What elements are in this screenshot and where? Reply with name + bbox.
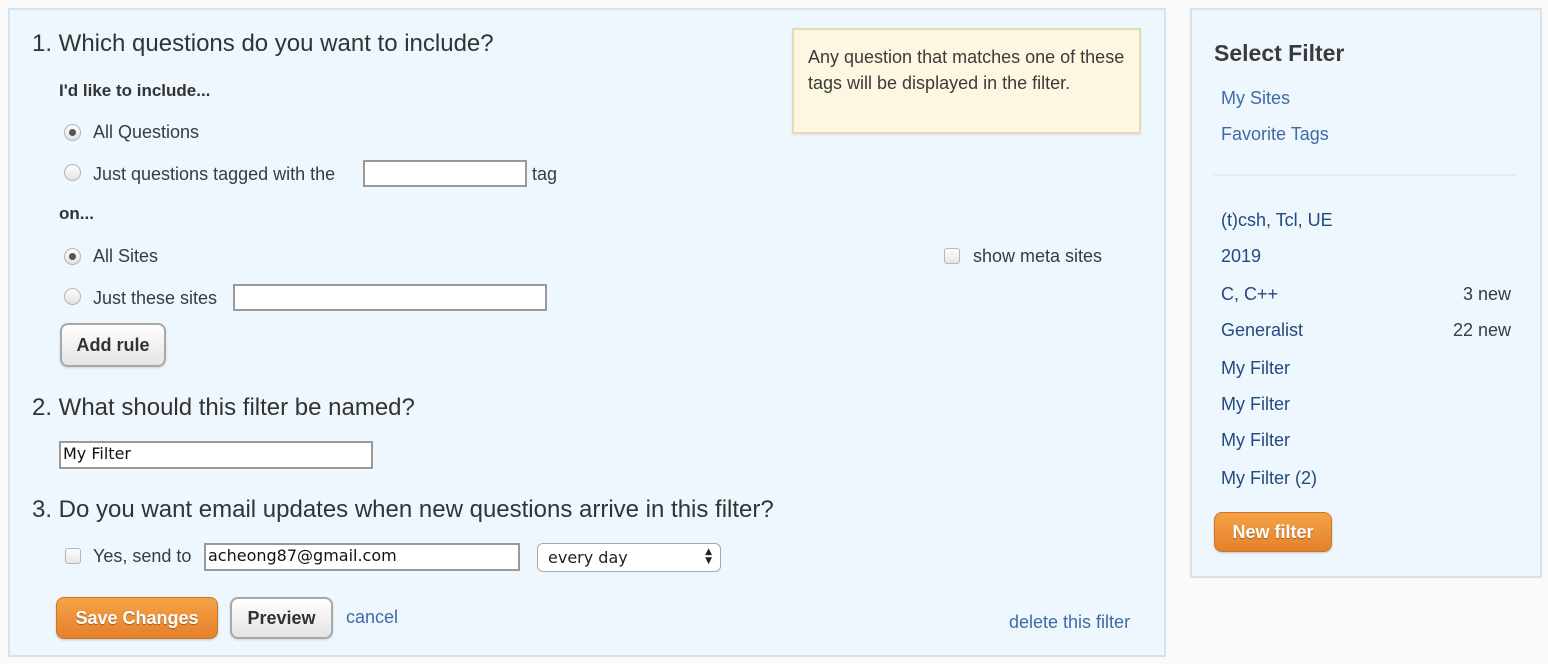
tagged-questions-label[interactable]: Just questions tagged with the xyxy=(93,164,335,185)
tag-input[interactable] xyxy=(363,160,527,187)
show-meta-sites-label[interactable]: show meta sites xyxy=(973,246,1102,267)
favorite-tags-link[interactable]: Favorite Tags xyxy=(1221,124,1329,145)
frequency-select[interactable]: every day ▲ ▼ xyxy=(537,543,721,572)
include-label: I'd like to include... xyxy=(59,81,211,100)
filter-item[interactable]: C, C++ 3 new xyxy=(1221,284,1511,305)
tag-suffix-label: tag xyxy=(532,164,558,184)
these-sites-label[interactable]: Just these sites xyxy=(93,288,217,309)
filter-name: Generalist xyxy=(1221,320,1304,340)
all-sites-label[interactable]: All Sites xyxy=(93,246,158,267)
filter-name: C, C++ xyxy=(1221,284,1279,304)
filter-item[interactable]: Generalist 22 new xyxy=(1221,320,1511,341)
filter-name: My Filter (2) xyxy=(1221,468,1317,488)
these-sites-radio[interactable] xyxy=(64,288,81,305)
preview-button[interactable]: Preview xyxy=(230,597,333,639)
filter-item[interactable]: My Filter xyxy=(1221,394,1511,415)
filter-new-count: 22 new xyxy=(1452,320,1511,340)
filter-name: My Filter xyxy=(1221,358,1290,378)
on-label: on... xyxy=(59,204,94,223)
filter-item[interactable]: My Filter (2) xyxy=(1221,468,1511,489)
filter-name: 2019 xyxy=(1221,246,1262,266)
new-filter-button[interactable]: New filter xyxy=(1214,512,1332,552)
sidebar-divider xyxy=(1214,174,1516,176)
question-2-heading: 2. What should this filter be named? xyxy=(32,394,415,421)
filter-item[interactable]: My Filter xyxy=(1221,430,1511,451)
my-sites-link[interactable]: My Sites xyxy=(1221,88,1290,109)
filter-name-input[interactable]: My Filter xyxy=(59,441,373,469)
filter-item[interactable]: My Filter xyxy=(1221,358,1511,379)
filter-name: My Filter xyxy=(1221,430,1290,450)
show-meta-sites-checkbox[interactable] xyxy=(944,248,960,264)
frequency-selected-value: every day xyxy=(548,548,628,567)
filter-name: My Filter xyxy=(1221,394,1290,414)
delete-filter-link[interactable]: delete this filter xyxy=(1009,612,1130,633)
cancel-link[interactable]: cancel xyxy=(346,607,398,628)
all-sites-radio[interactable] xyxy=(64,248,81,265)
save-changes-button[interactable]: Save Changes xyxy=(56,597,218,639)
email-input[interactable]: acheong87@gmail.com xyxy=(204,543,520,571)
tagged-questions-radio[interactable] xyxy=(64,164,81,181)
filter-new-count: 3 new xyxy=(1462,284,1511,304)
sites-input[interactable] xyxy=(233,284,547,311)
sidebar-title: Select Filter xyxy=(1214,40,1345,66)
question-1-heading: 1. Which questions do you want to includ… xyxy=(32,30,494,57)
email-updates-checkbox[interactable] xyxy=(65,548,81,564)
filter-item[interactable]: (t)csh, Tcl, UE xyxy=(1221,210,1511,231)
filter-name: (t)csh, Tcl, UE xyxy=(1221,210,1333,230)
select-filter-sidebar: Select Filter My Sites Favorite Tags (t)… xyxy=(1190,8,1542,578)
question-3-heading: 3. Do you want email updates when new qu… xyxy=(32,496,774,523)
filter-item[interactable]: 2019 xyxy=(1221,246,1511,267)
tag-hint-box: Any question that matches one of these t… xyxy=(792,28,1141,134)
all-questions-radio[interactable] xyxy=(64,124,81,141)
all-questions-label[interactable]: All Questions xyxy=(93,122,199,143)
send-to-label[interactable]: Yes, send to xyxy=(93,546,191,567)
filter-editor-panel: 1. Which questions do you want to includ… xyxy=(8,8,1166,657)
select-arrows-icon: ▲ ▼ xyxy=(705,547,712,566)
add-rule-button[interactable]: Add rule xyxy=(60,323,166,367)
